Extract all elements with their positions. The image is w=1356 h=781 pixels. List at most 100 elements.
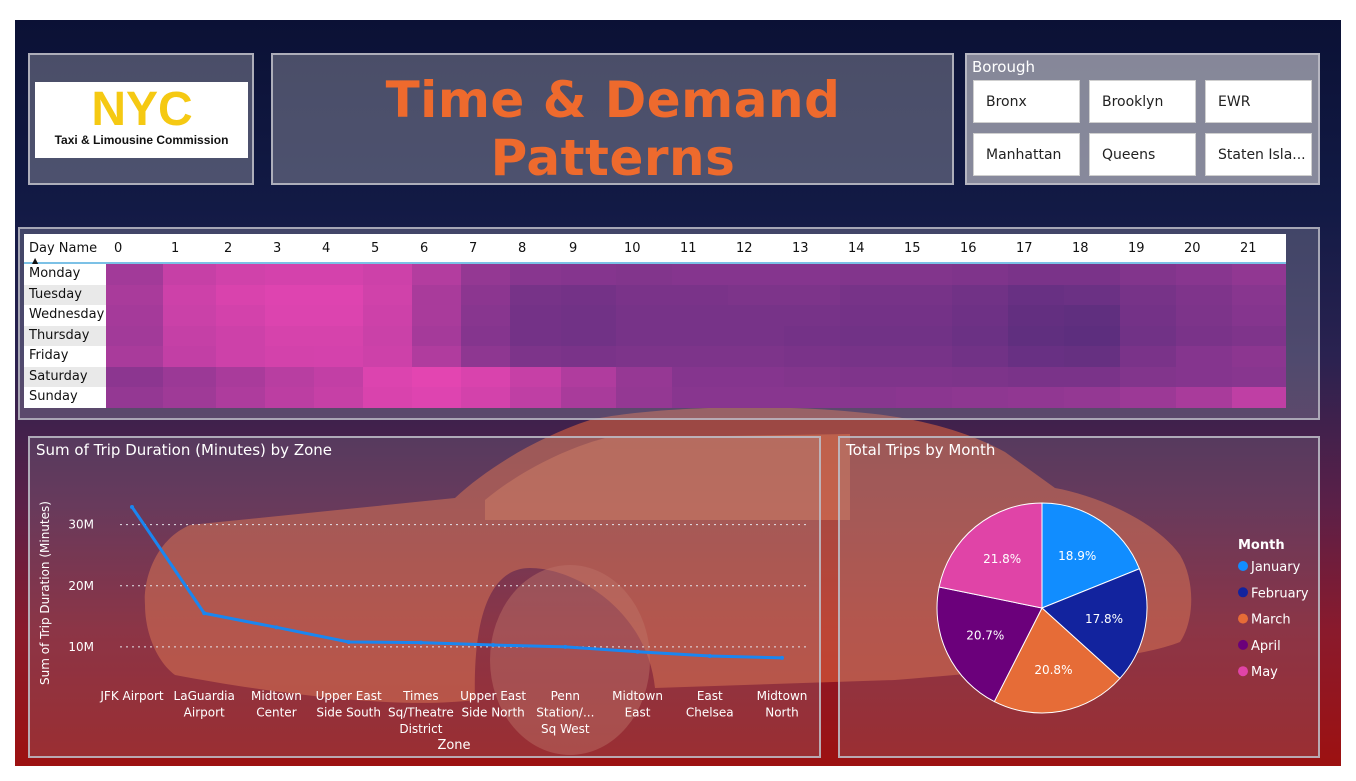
heat-cell[interactable] (672, 366, 728, 388)
data-point-midtown-center[interactable] (274, 625, 279, 630)
heat-cell[interactable] (461, 284, 510, 306)
heat-cell[interactable] (784, 264, 840, 286)
heat-cell[interactable] (265, 284, 314, 306)
heat-cell[interactable] (1008, 346, 1064, 368)
heat-cell[interactable] (1120, 346, 1176, 368)
hour-header-21[interactable]: 21 (1240, 241, 1257, 256)
heat-cell[interactable] (616, 366, 672, 388)
heat-cell[interactable] (672, 387, 728, 409)
heat-cell[interactable] (728, 264, 784, 286)
legend-swatch-february[interactable] (1238, 587, 1248, 598)
heat-cell[interactable] (1064, 387, 1120, 409)
heat-cell[interactable] (1120, 387, 1176, 409)
heat-cell[interactable] (412, 284, 461, 306)
heat-cell[interactable] (1232, 387, 1286, 409)
heat-cell[interactable] (672, 305, 728, 327)
legend-label-february[interactable]: February (1251, 586, 1309, 601)
hour-header-5[interactable]: 5 (371, 241, 379, 256)
heat-cell[interactable] (412, 325, 461, 347)
heat-cell[interactable] (106, 346, 163, 368)
heat-cell[interactable] (1176, 305, 1232, 327)
hour-header-11[interactable]: 11 (680, 241, 697, 256)
heat-cell[interactable] (163, 325, 216, 347)
heat-cell[interactable] (896, 284, 952, 306)
day-name-column-header[interactable]: Day Name (29, 241, 97, 256)
heat-cell[interactable] (1176, 366, 1232, 388)
hour-header-0[interactable]: 0 (114, 241, 122, 256)
hour-header-1[interactable]: 1 (171, 241, 179, 256)
heat-cell[interactable] (840, 387, 896, 409)
heat-cell[interactable] (510, 346, 561, 368)
heat-cell[interactable] (952, 264, 1008, 286)
heat-cell[interactable] (672, 284, 728, 306)
heat-cell[interactable] (1064, 325, 1120, 347)
heat-cell[interactable] (412, 387, 461, 409)
heat-cell[interactable] (952, 346, 1008, 368)
hour-header-13[interactable]: 13 (792, 241, 809, 256)
data-point-laguardia-airport[interactable] (202, 611, 207, 616)
heat-cell[interactable] (1176, 346, 1232, 368)
heat-cell[interactable] (728, 284, 784, 306)
borough-option-manhattan[interactable]: Manhattan (973, 133, 1080, 176)
heat-cell[interactable] (952, 325, 1008, 347)
heat-cell[interactable] (363, 284, 412, 306)
legend-label-january[interactable]: January (1250, 560, 1301, 575)
heat-cell[interactable] (163, 387, 216, 409)
legend-label-march[interactable]: March (1251, 613, 1291, 628)
heat-cell[interactable] (412, 366, 461, 388)
heat-cell[interactable] (265, 264, 314, 286)
heat-cell[interactable] (784, 366, 840, 388)
heat-cell[interactable] (616, 305, 672, 327)
legend-swatch-april[interactable] (1238, 639, 1248, 650)
heat-cell[interactable] (265, 366, 314, 388)
heat-cell[interactable] (1064, 346, 1120, 368)
heat-cell[interactable] (1064, 305, 1120, 327)
heat-cell[interactable] (1008, 366, 1064, 388)
heat-cell[interactable] (784, 387, 840, 409)
heat-cell[interactable] (561, 366, 616, 388)
heat-cell[interactable] (314, 325, 363, 347)
heat-cell[interactable] (163, 284, 216, 306)
data-point-upper-east-side-north[interactable] (491, 643, 496, 648)
heat-cell[interactable] (561, 264, 616, 286)
heat-cell[interactable] (840, 325, 896, 347)
heat-cell[interactable] (672, 264, 728, 286)
heat-cell[interactable] (561, 346, 616, 368)
heat-cell[interactable] (363, 305, 412, 327)
heat-cell[interactable] (1008, 325, 1064, 347)
heat-cell[interactable] (216, 387, 265, 409)
heat-cell[interactable] (784, 346, 840, 368)
heat-cell[interactable] (412, 305, 461, 327)
heat-cell[interactable] (216, 346, 265, 368)
heat-cell[interactable] (1232, 284, 1286, 306)
borough-option-staten-island[interactable]: Staten Isla... (1205, 133, 1312, 176)
heat-cell[interactable] (1120, 305, 1176, 327)
heat-cell[interactable] (163, 366, 216, 388)
heat-cell[interactable] (106, 387, 163, 409)
heat-cell[interactable] (216, 264, 265, 286)
heat-cell[interactable] (1008, 305, 1064, 327)
heat-cell[interactable] (106, 305, 163, 327)
heat-cell[interactable] (461, 387, 510, 409)
hour-header-4[interactable]: 4 (322, 241, 330, 256)
heat-cell[interactable] (510, 305, 561, 327)
heat-cell[interactable] (1064, 264, 1120, 286)
heat-cell[interactable] (510, 284, 561, 306)
heat-cell[interactable] (728, 346, 784, 368)
data-point-midtown-north[interactable] (780, 655, 784, 660)
legend-label-april[interactable]: April (1251, 639, 1281, 654)
heat-cell[interactable] (784, 305, 840, 327)
heat-cell[interactable] (163, 305, 216, 327)
legend-label-may[interactable]: May (1251, 665, 1278, 680)
heat-cell[interactable] (728, 366, 784, 388)
hour-header-15[interactable]: 15 (904, 241, 921, 256)
legend-swatch-january[interactable] (1238, 561, 1248, 571)
heat-cell[interactable] (896, 305, 952, 327)
data-point-jfk-airport[interactable] (130, 504, 134, 509)
heat-cell[interactable] (896, 366, 952, 388)
hour-header-7[interactable]: 7 (469, 241, 477, 256)
heat-cell[interactable] (314, 387, 363, 409)
heat-cell[interactable] (616, 284, 672, 306)
heat-cell[interactable] (1120, 366, 1176, 388)
heat-cell[interactable] (1232, 305, 1286, 327)
